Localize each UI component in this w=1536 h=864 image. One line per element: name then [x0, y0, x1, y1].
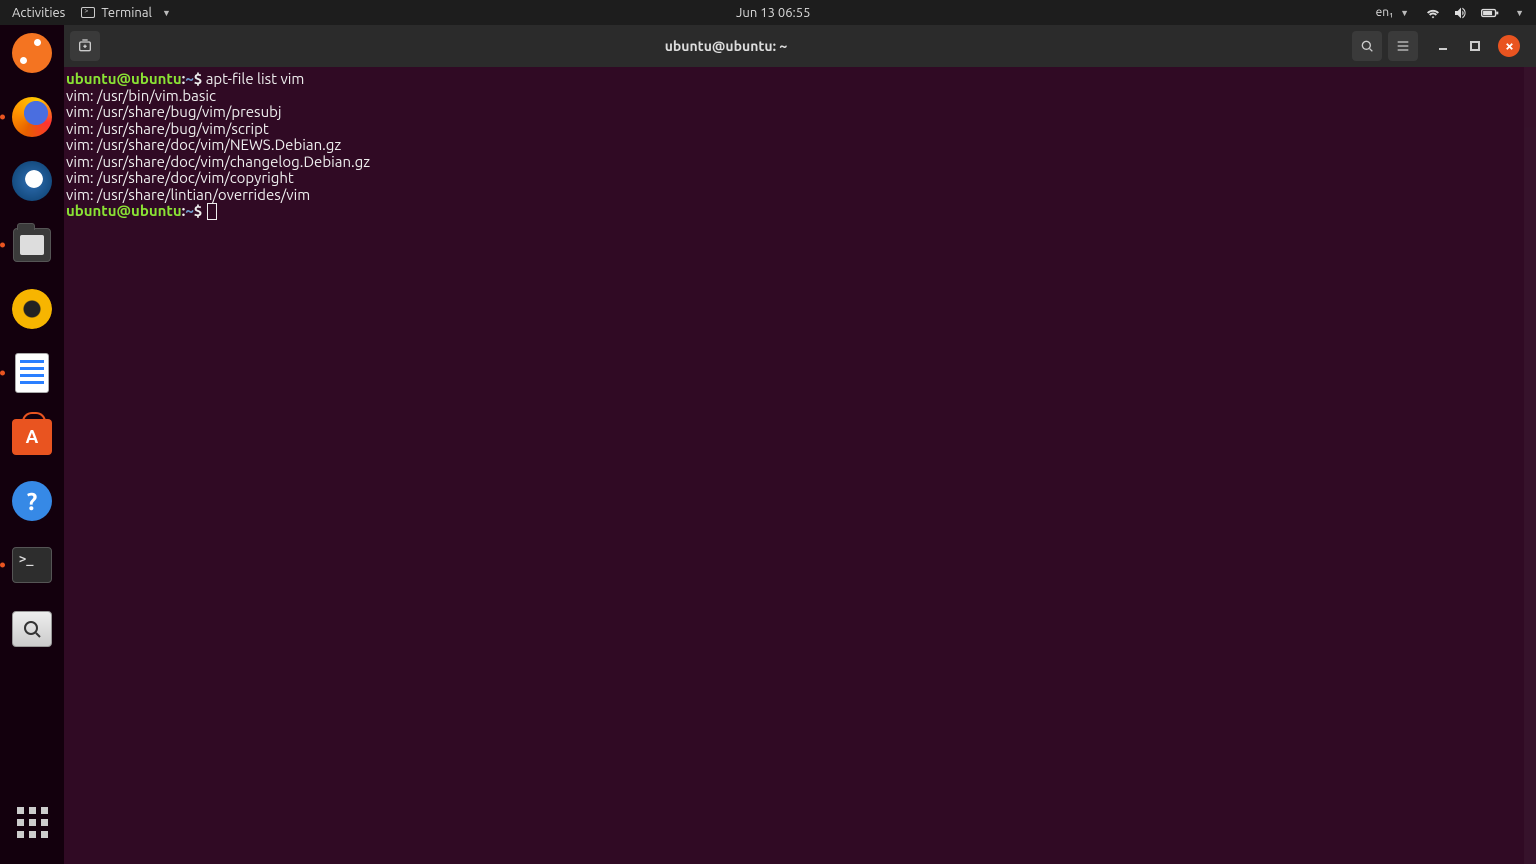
maximize-icon [1469, 40, 1481, 52]
terminal-line: vim: /usr/share/doc/vim/NEWS.Debian.gz [66, 137, 1534, 154]
files-icon [13, 228, 51, 262]
hamburger-menu-button[interactable] [1388, 31, 1418, 61]
gnome-top-bar: Activities Terminal ▼ Jun 13 06:55 en₁ ▼… [0, 0, 1536, 25]
chevron-down-icon: ▼ [1515, 8, 1524, 18]
launcher-libreoffice-writer[interactable] [10, 351, 54, 395]
terminal-line: ubuntu@ubuntu:~$ [66, 203, 1534, 220]
close-icon [1504, 41, 1515, 52]
terminal-line: vim: /usr/share/lintian/overrides/vim [66, 187, 1534, 204]
terminal-line: vim: /usr/share/bug/vim/script [66, 121, 1534, 138]
window-minimize-button[interactable] [1434, 37, 1452, 55]
command-text: apt-file list vim [206, 70, 305, 87]
terminal-window: ubuntu@ubuntu: ~ ubuntu@ubuntu:~$ apt-fi… [64, 25, 1536, 864]
launcher-terminal[interactable] [10, 543, 54, 587]
terminal-scrollbar[interactable] [1524, 67, 1536, 864]
launcher-rhythmbox[interactable] [10, 287, 54, 331]
terminal-line: vim: /usr/share/doc/vim/changelog.Debian… [66, 154, 1534, 171]
battery-icon [1481, 5, 1499, 21]
terminal-icon [12, 547, 52, 583]
terminal-line: vim: /usr/share/bug/vim/presubj [66, 104, 1534, 121]
thunderbird-icon [12, 161, 52, 201]
launcher-firefox[interactable] [10, 95, 54, 139]
help-icon: ? [12, 481, 52, 521]
app-menu-label: Terminal [101, 6, 152, 20]
new-tab-icon [77, 38, 93, 54]
app-menu[interactable]: Terminal ▼ [81, 6, 171, 20]
ubuntu-logo-icon [12, 33, 52, 73]
terminal-line: vim: /usr/share/doc/vim/copyright [66, 170, 1534, 187]
terminal-line: ubuntu@ubuntu:~$ apt-file list vim [66, 71, 1534, 88]
search-icon [1359, 38, 1375, 54]
search-button[interactable] [1352, 31, 1382, 61]
launcher-files[interactable] [10, 223, 54, 267]
firefox-icon [12, 97, 52, 137]
terminal-body[interactable]: ubuntu@ubuntu:~$ apt-file list vimvim: /… [64, 67, 1536, 864]
terminal-cursor [208, 204, 216, 219]
rhythmbox-icon [12, 289, 52, 329]
activities-button[interactable]: Activities [12, 6, 65, 20]
launcher-ubuntu[interactable] [10, 31, 54, 75]
launcher-ubuntu-software[interactable] [10, 415, 54, 459]
window-titlebar: ubuntu@ubuntu: ~ [64, 25, 1536, 67]
window-maximize-button[interactable] [1466, 37, 1484, 55]
terminal-line: vim: /usr/bin/vim.basic [66, 88, 1534, 105]
image-viewer-icon [12, 611, 52, 647]
hamburger-icon [1395, 38, 1411, 54]
chevron-down-icon: ▼ [1400, 8, 1409, 18]
system-status-area[interactable]: ▼ [1425, 5, 1524, 21]
chevron-down-icon: ▼ [162, 8, 171, 18]
minimize-icon [1437, 40, 1449, 52]
new-tab-button[interactable] [70, 31, 100, 61]
libreoffice-writer-icon [15, 353, 49, 393]
volume-icon [1453, 5, 1469, 21]
terminal-icon [81, 7, 95, 18]
window-title: ubuntu@ubuntu: ~ [106, 38, 1346, 54]
window-close-button[interactable] [1498, 35, 1520, 57]
wifi-icon [1425, 5, 1441, 21]
clock[interactable]: Jun 13 06:55 [183, 6, 1364, 20]
launcher-image-viewer[interactable] [10, 607, 54, 651]
launcher-help[interactable]: ? [10, 479, 54, 523]
input-source-indicator[interactable]: en₁ ▼ [1376, 6, 1409, 19]
ubuntu-dock: ? [0, 25, 64, 864]
launcher-thunderbird[interactable] [10, 159, 54, 203]
show-applications-button[interactable] [10, 800, 54, 844]
ubuntu-software-icon [12, 419, 52, 455]
